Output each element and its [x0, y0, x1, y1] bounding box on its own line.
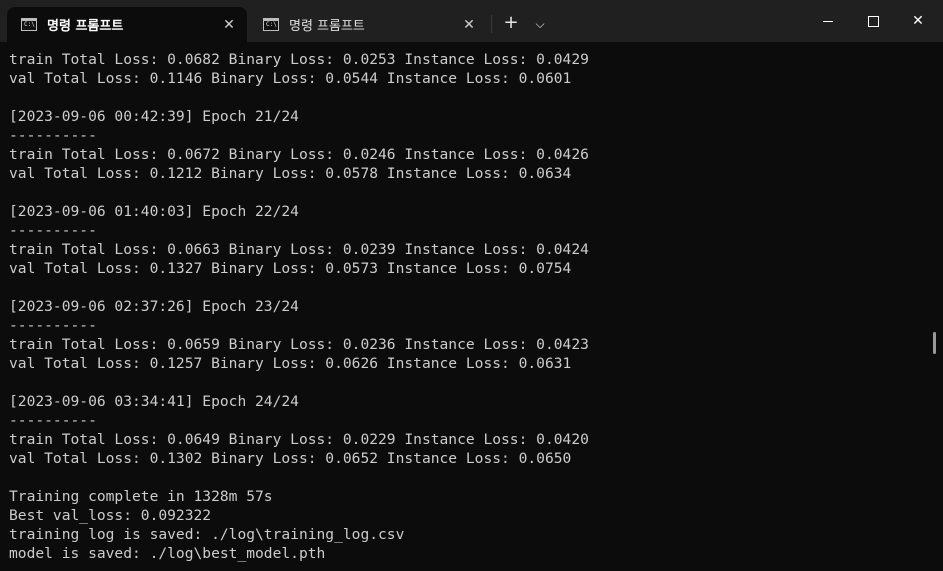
terminal-line: ----------	[9, 412, 97, 429]
terminal-line: train Total Loss: 0.0663 Binary Loss: 0.…	[9, 241, 589, 258]
tab-command-prompt-2[interactable]: C:\ 명령 프롬프트 ✕	[249, 7, 487, 42]
terminal-line: train Total Loss: 0.0659 Binary Loss: 0.…	[9, 336, 589, 353]
close-tab-icon[interactable]: ✕	[217, 17, 241, 33]
terminal-line: val Total Loss: 0.1212 Binary Loss: 0.05…	[9, 165, 572, 182]
terminal-line: train Total Loss: 0.0682 Binary Loss: 0.…	[9, 51, 589, 68]
tab-label: 명령 프롬프트	[289, 19, 365, 34]
terminal-line: val Total Loss: 0.1257 Binary Loss: 0.06…	[9, 355, 572, 372]
terminal-line: model is saved: ./log\best_model.pth	[9, 545, 326, 562]
minimize-button[interactable]	[805, 6, 851, 36]
tab-label: 명령 프롬프트	[47, 19, 124, 34]
terminal-line: val Total Loss: 0.1327 Binary Loss: 0.05…	[9, 260, 572, 277]
terminal-line: [2023-09-06 01:40:03] Epoch 22/24	[9, 203, 299, 220]
maximize-icon	[867, 15, 879, 27]
terminal-line: train Total Loss: 0.0649 Binary Loss: 0.…	[9, 431, 589, 448]
cmd-icon: C:\	[263, 18, 279, 31]
terminal-line: [2023-09-06 00:42:39] Epoch 21/24	[9, 108, 299, 125]
title-bar: C:\ 명령 프롬프트 ✕ C:\ 명령 프롬프트 ✕ + ⌵ ✕	[0, 0, 943, 42]
tab-command-prompt-1[interactable]: C:\ 명령 프롬프트 ✕	[7, 7, 247, 42]
terminal-line: [2023-09-06 03:34:41] Epoch 24/24	[9, 393, 299, 410]
terminal-line: val Total Loss: 0.1146 Binary Loss: 0.05…	[9, 70, 572, 87]
scrollbar-thumb[interactable]	[933, 332, 936, 354]
minimize-icon	[823, 20, 833, 22]
terminal-line: [2023-09-06 02:37:26] Epoch 23/24	[9, 298, 299, 315]
terminal-line: Best val_loss: 0.092322	[9, 507, 212, 524]
maximize-button[interactable]	[850, 6, 896, 36]
terminal-line: Training complete in 1328m 57s	[9, 488, 273, 505]
terminal-line: ----------	[9, 127, 97, 144]
new-tab-button[interactable]: +	[500, 12, 522, 36]
close-tab-icon[interactable]: ✕	[457, 17, 481, 33]
terminal-window: C:\ 명령 프롬프트 ✕ C:\ 명령 프롬프트 ✕ + ⌵ ✕ train …	[0, 0, 943, 571]
terminal-line: train Total Loss: 0.0672 Binary Loss: 0.…	[9, 146, 589, 163]
tab-dropdown-button[interactable]: ⌵	[531, 12, 549, 36]
terminal-output[interactable]: train Total Loss: 0.0682 Binary Loss: 0.…	[9, 50, 929, 568]
terminal-line: ----------	[9, 317, 97, 334]
tab-separator	[491, 15, 492, 33]
cmd-icon: C:\	[21, 18, 37, 31]
terminal-line: val Total Loss: 0.1302 Binary Loss: 0.06…	[9, 450, 572, 467]
close-window-button[interactable]: ✕	[895, 6, 941, 36]
terminal-line: ----------	[9, 222, 97, 239]
terminal-line: training log is saved: ./log\training_lo…	[9, 526, 405, 543]
